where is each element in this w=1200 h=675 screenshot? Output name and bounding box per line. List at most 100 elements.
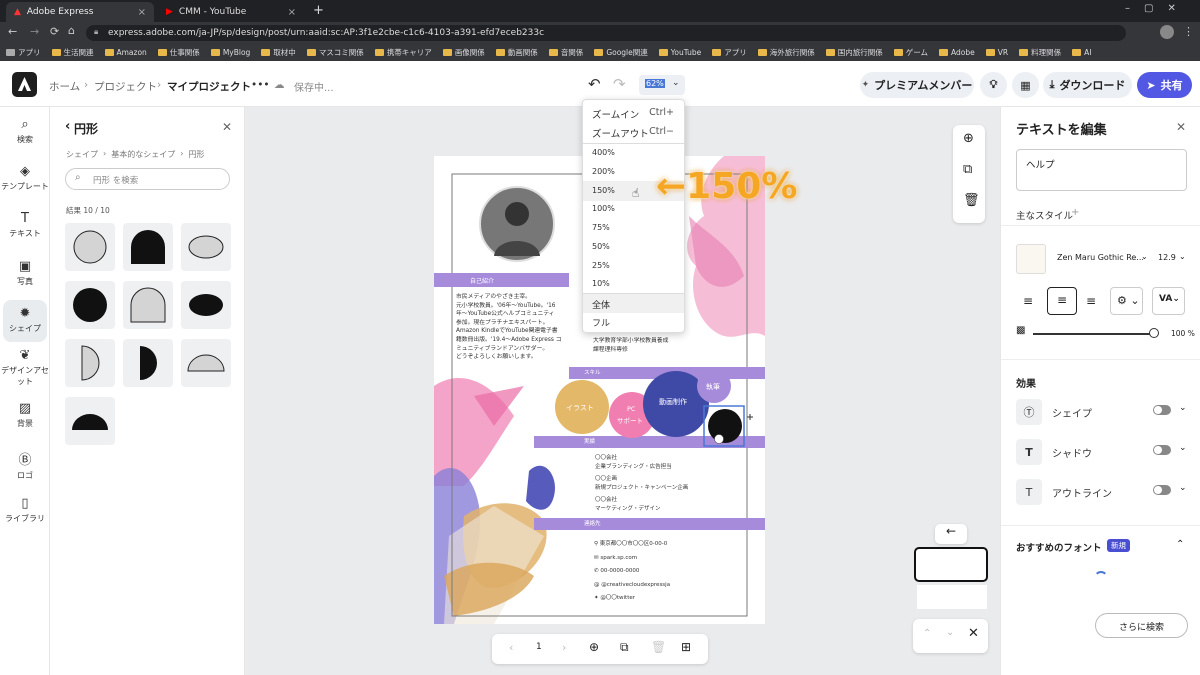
shape-search-input[interactable]: ⌕ 円形 を検索	[65, 168, 230, 190]
next-page-icon[interactable]: ›	[562, 641, 566, 654]
bookmark-item[interactable]: マスコミ関係	[306, 47, 364, 58]
list-style-button[interactable]: ⚙︎ ⌄	[1110, 287, 1143, 315]
education-text[interactable]: 大学教育学部小学校教員養成 課程理科専修	[593, 337, 668, 355]
bookmark-item[interactable]: 画像関係	[442, 47, 485, 58]
chevron-down-icon[interactable]: ⌄	[1179, 483, 1187, 493]
shadow-toggle[interactable]	[1153, 445, 1171, 455]
bookmark-item[interactable]: YouTube	[658, 48, 701, 57]
bookmark-item[interactable]: Adobe	[939, 48, 975, 57]
works-text[interactable]: 〇〇会社 企業ブランディング・広告担当 〇〇企画 新規プロジェクト・キャンペーン…	[595, 454, 688, 513]
zoom-50[interactable]: 50%	[583, 242, 684, 251]
shape-arch-dark[interactable]	[123, 223, 173, 271]
bookmark-item[interactable]: 生活関連	[51, 47, 94, 58]
skill-illustration[interactable]: イラスト	[566, 403, 594, 413]
rail-templates[interactable]: ◈ テンプレート	[0, 164, 50, 192]
outline-toggle[interactable]	[1153, 485, 1171, 495]
zoom-in-item[interactable]: ズームイン Ctrl+	[583, 107, 684, 121]
rail-shapes[interactable]: ✹ シェイプ	[3, 300, 47, 342]
back-chevron-icon[interactable]: ‹	[65, 119, 70, 134]
close-icon[interactable]: ×	[138, 7, 146, 18]
tab-adobe-express[interactable]: ▲ Adobe Express ×	[6, 2, 154, 22]
skill-pc[interactable]: PC	[627, 405, 635, 413]
text-edit-field[interactable]: ヘルプ	[1016, 149, 1187, 191]
shape-ellipse-light[interactable]	[181, 223, 231, 271]
share-button[interactable]: ➤ 共有	[1137, 72, 1192, 98]
skill-writing[interactable]: 執筆	[706, 382, 720, 392]
bookmark-item[interactable]: AI	[1072, 48, 1091, 57]
reload-icon[interactable]: ⟳	[50, 25, 59, 38]
shape-circle-light[interactable]	[65, 223, 115, 271]
zoom-25[interactable]: 25%	[583, 261, 684, 270]
add-page-icon[interactable]: ⊕	[589, 640, 599, 654]
zoom-out-item[interactable]: ズームアウト Ctrl−	[583, 126, 684, 140]
shape-circle-dark[interactable]	[65, 281, 115, 329]
rail-photos[interactable]: ▣ 写真	[0, 259, 50, 287]
text-color-swatch[interactable]	[1016, 244, 1046, 274]
zoom-75[interactable]: 75%	[583, 223, 684, 232]
tab-youtube[interactable]: ▶ CMM - YouTube ×	[158, 2, 304, 22]
close-icon[interactable]: ×	[288, 7, 296, 18]
zoom-10[interactable]: 10%	[583, 279, 684, 288]
rail-library[interactable]: ▯ ライブラリ	[0, 496, 50, 524]
effect-shadow-row[interactable]: T シャドウ	[1016, 439, 1092, 465]
more-options-button[interactable]: •••	[251, 79, 270, 91]
shape-arch-light[interactable]	[123, 281, 173, 329]
bookmark-item[interactable]: アプリ	[712, 47, 747, 58]
rail-text[interactable]: T テキスト	[0, 211, 50, 239]
chevron-down-icon[interactable]: ⌄	[1179, 443, 1187, 453]
align-right-icon[interactable]: ≡	[1086, 294, 1096, 308]
download-button[interactable]: ⤓ ダウンロード	[1043, 72, 1132, 98]
copy-page-icon[interactable]: ⧉	[620, 640, 629, 655]
shape-effect-toggle[interactable]	[1153, 405, 1171, 415]
shape-semicircle-light[interactable]	[181, 339, 231, 387]
undo-icon[interactable]: ↶	[588, 75, 601, 93]
plus-icon[interactable]: +	[1071, 207, 1079, 218]
opacity-slider[interactable]	[1033, 333, 1155, 335]
align-center-button[interactable]: ≡	[1047, 287, 1077, 315]
chevron-up-icon[interactable]: ⌃	[923, 628, 931, 639]
chevron-down-icon[interactable]: ⌄	[1141, 252, 1148, 261]
bookmark-item[interactable]: 料理関係	[1019, 47, 1061, 58]
panel-path-item[interactable]: シェイプ	[66, 149, 98, 160]
rail-search[interactable]: ⌕ 検索	[0, 117, 50, 145]
search-more-button[interactable]: さらに検索	[1095, 613, 1188, 638]
font-size-select[interactable]: 12.9	[1158, 253, 1176, 262]
grid-view-icon[interactable]: ⊞	[681, 640, 691, 654]
panel-path-item[interactable]: 基本的なシェイプ	[111, 149, 175, 160]
redo-icon[interactable]: ↷	[613, 75, 626, 93]
close-icon[interactable]: ✕	[968, 626, 979, 641]
align-left-icon[interactable]: ≡	[1023, 294, 1033, 308]
shape-semicircle-dark[interactable]	[65, 397, 115, 445]
zoom-fit-all[interactable]: 全体	[583, 294, 684, 313]
home-icon[interactable]: ⌂	[68, 24, 75, 37]
shape-ellipse-dark[interactable]	[181, 281, 231, 329]
collapse-thumbnails-button[interactable]: ←	[935, 524, 967, 544]
bookmark-item[interactable]: VR	[985, 48, 1008, 57]
breadcrumb-home[interactable]: ホーム	[49, 79, 80, 94]
shape-half-circle-light[interactable]	[65, 339, 115, 387]
profile-avatar[interactable]	[1160, 25, 1174, 39]
bookmark-item[interactable]: 国内旅行関係	[825, 47, 883, 58]
breadcrumb-my-projects[interactable]: マイプロジェクト	[167, 79, 251, 94]
zoom-full[interactable]: フル	[583, 316, 684, 329]
bookmark-item[interactable]: アプリ	[6, 47, 41, 58]
bookmark-item[interactable]: 仕事関係	[157, 47, 200, 58]
bookmark-item[interactable]: MyBlog	[210, 48, 250, 57]
skill-video[interactable]: 動画制作	[659, 397, 687, 407]
back-icon[interactable]: ←	[8, 25, 17, 38]
premium-button[interactable]: ✦ プレミアムメンバー	[860, 72, 974, 98]
chevron-down-icon[interactable]: ⌄	[1179, 403, 1187, 413]
chevron-down-icon[interactable]: ⌄	[1179, 252, 1186, 261]
opacity-slider-handle[interactable]	[1149, 328, 1159, 338]
forward-icon[interactable]: →	[30, 25, 39, 38]
rail-logo[interactable]: Ⓑ ロゴ	[0, 449, 50, 481]
duplicate-icon[interactable]: ⧉	[963, 162, 972, 177]
letter-spacing-button[interactable]: VA⌄	[1152, 287, 1185, 315]
shape-half-circle-dark[interactable]	[123, 339, 173, 387]
delete-page-icon[interactable]: 🗑︎	[651, 640, 666, 654]
rail-background[interactable]: ▨ 背景	[0, 401, 50, 429]
window-controls[interactable]: –▢✕	[1125, 3, 1190, 14]
bookmark-item[interactable]: 海外旅行関係	[757, 47, 815, 58]
prev-page-icon[interactable]: ‹	[509, 641, 513, 654]
chevron-up-icon[interactable]: ⌃	[1176, 539, 1184, 550]
